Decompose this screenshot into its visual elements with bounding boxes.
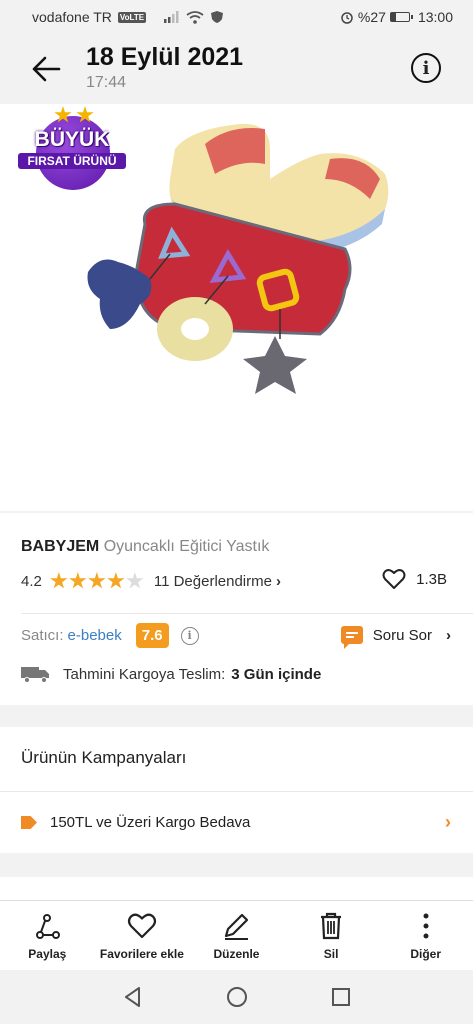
carrier-name: vodafone TR bbox=[32, 9, 112, 25]
chevron-right-icon: › bbox=[445, 812, 451, 832]
signal-icon bbox=[164, 11, 179, 23]
delete-button[interactable]: Sil bbox=[284, 901, 379, 970]
battery-icon bbox=[389, 12, 413, 22]
add-to-favorites-button[interactable]: Favorilere ekle bbox=[95, 901, 190, 970]
chevron-right-icon: › bbox=[275, 572, 281, 590]
product-info: BABYJEM Oyuncaklı Eğitici Yastık 4.2 11 … bbox=[0, 513, 473, 705]
chat-icon bbox=[340, 626, 363, 649]
info-button[interactable]: i bbox=[411, 53, 441, 83]
battery-fill bbox=[390, 13, 396, 21]
seller-info-icon[interactable]: i bbox=[180, 626, 199, 645]
seller-row: Satıcı: e-bebek 7.6 i bbox=[21, 623, 199, 648]
favorite-count[interactable]: 1.3B bbox=[382, 568, 447, 590]
nav-home-icon[interactable] bbox=[226, 986, 248, 1008]
edit-label: Düzenle bbox=[213, 947, 260, 961]
campaign-title: Ürünün Kampanyaları bbox=[21, 748, 187, 767]
seller-score-badge: 7.6 bbox=[135, 623, 169, 648]
truck-icon bbox=[21, 667, 49, 683]
delete-label: Sil bbox=[323, 947, 339, 961]
status-right: %27 13:00 bbox=[340, 9, 453, 25]
product-image bbox=[87, 123, 389, 394]
shield-icon bbox=[211, 11, 224, 23]
ask-question-button[interactable]: Soru Sor › bbox=[340, 626, 451, 649]
star-filled-icon bbox=[50, 572, 68, 589]
info-icon: i bbox=[422, 57, 430, 79]
more-label: Diğer bbox=[410, 947, 442, 961]
system-nav-bar bbox=[0, 970, 473, 1024]
edit-button[interactable]: Düzenle bbox=[189, 901, 284, 970]
star-filled-icon bbox=[107, 572, 125, 589]
share-label: Paylaş bbox=[28, 947, 67, 961]
product-image-area[interactable]: BÜYÜK FIRSAT ÜRÜNÜ bbox=[0, 104, 473, 511]
divider bbox=[21, 613, 473, 614]
reviews-link[interactable]: 11 Değerlendirme › bbox=[154, 573, 281, 590]
favorite-count-value: 1.3B bbox=[416, 570, 447, 588]
page-subtitle: 17:44 bbox=[86, 74, 127, 91]
favorites-label: Favorilere ekle bbox=[99, 947, 184, 961]
shipping-row: Tahmini Kargoya Teslim: 3 Gün içinde bbox=[21, 665, 321, 683]
campaign-section: Ürünün Kampanyaları 150TL ve Üzeri Kargo… bbox=[0, 727, 473, 853]
volte-badge: VoLTE bbox=[117, 11, 147, 23]
star-empty-icon bbox=[126, 572, 144, 589]
share-button[interactable]: Paylaş bbox=[0, 901, 95, 970]
status-left: vodafone TR VoLTE bbox=[32, 9, 147, 25]
reviews-label: 11 Değerlendirme bbox=[153, 572, 272, 590]
product-title: BABYJEM Oyuncaklı Eğitici Yastık bbox=[21, 538, 269, 556]
campaign-item-label: 150TL ve Üzeri Kargo Bedava bbox=[50, 814, 251, 831]
action-bar: Paylaş Favorilere ekle Düzenle Sil Diğer bbox=[0, 900, 473, 970]
app-header: 18 Eylül 2021 17:44 i bbox=[0, 34, 473, 104]
seller-link[interactable]: e-bebek bbox=[68, 627, 122, 644]
next-section-card bbox=[0, 877, 473, 901]
rating-row: 4.2 11 Değerlendirme › bbox=[21, 572, 281, 590]
ask-question-label: Soru Sor bbox=[372, 626, 432, 644]
shipping-label: Tahmini Kargoya Teslim: bbox=[63, 665, 226, 683]
wifi-icon bbox=[186, 10, 204, 24]
heart-outline-icon bbox=[382, 569, 406, 589]
shipping-value: 3 Gün içinde bbox=[231, 665, 322, 683]
star-filled-icon bbox=[88, 572, 106, 589]
nav-back-icon[interactable] bbox=[122, 986, 144, 1008]
share-icon bbox=[36, 914, 61, 939]
pencil-icon bbox=[225, 913, 249, 940]
page-title: 18 Eylül 2021 bbox=[86, 43, 244, 71]
rating-stars bbox=[50, 572, 144, 590]
brand-name: BABYJEM bbox=[21, 538, 100, 555]
more-button[interactable]: Diğer bbox=[378, 901, 473, 970]
more-icon bbox=[423, 913, 429, 939]
campaign-item[interactable]: 150TL ve Üzeri Kargo Bedava › bbox=[0, 792, 473, 853]
star-filled-icon bbox=[69, 572, 87, 589]
product-name: Oyuncaklı Eğitici Yastık bbox=[103, 538, 270, 555]
seller-label: Satıcı: bbox=[21, 627, 64, 644]
tag-icon bbox=[21, 816, 37, 829]
alarm-icon bbox=[341, 12, 353, 24]
rating-value: 4.2 bbox=[21, 572, 42, 590]
status-bar: vodafone TR VoLTE %27 13:00 bbox=[0, 0, 473, 34]
back-button[interactable] bbox=[30, 54, 62, 84]
heart-icon bbox=[127, 913, 156, 939]
back-arrow-icon bbox=[32, 56, 61, 82]
battery-percent: %27 bbox=[357, 9, 386, 25]
trash-icon bbox=[321, 912, 342, 940]
nav-recents-icon[interactable] bbox=[330, 986, 352, 1008]
clock: 13:00 bbox=[417, 9, 453, 25]
status-icons bbox=[164, 10, 224, 24]
chevron-right-icon: › bbox=[446, 626, 451, 644]
